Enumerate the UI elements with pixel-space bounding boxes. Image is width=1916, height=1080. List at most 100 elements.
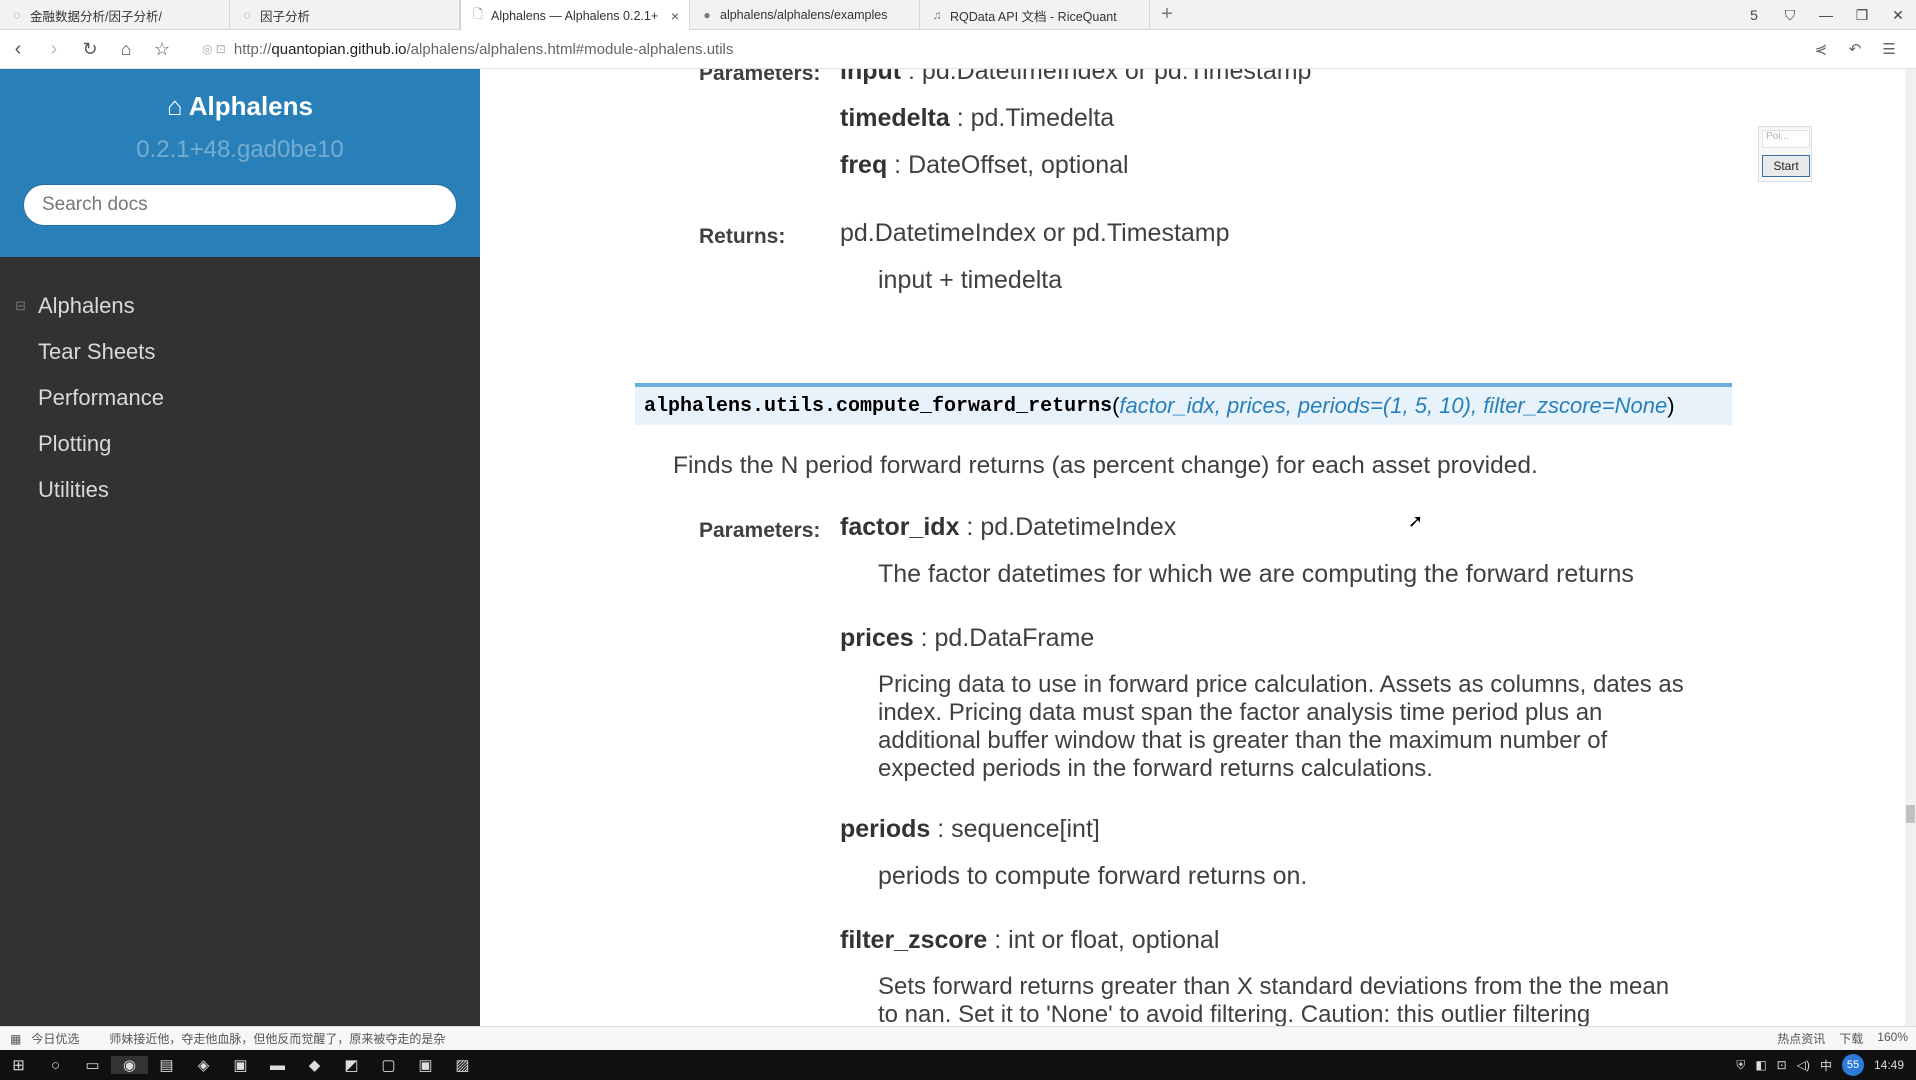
- app-icon[interactable]: ◩: [333, 1056, 370, 1074]
- docs-sidebar: ⌂ Alphalens 0.2.1+48.gad0be10 Search doc…: [0, 69, 480, 1026]
- parameters-label: Parameters:: [699, 69, 821, 85]
- downloads[interactable]: 下载: [1839, 1030, 1863, 1047]
- param-freq: freq : DateOffset, optional: [840, 151, 1129, 180]
- tab-title: Alphalens — Alphalens 0.2.1+: [491, 8, 659, 23]
- zoom-level[interactable]: 160%: [1877, 1030, 1908, 1047]
- browser-app-icon[interactable]: ◉: [111, 1056, 148, 1074]
- toolbar-right: ⋞ ↶ ☰: [1804, 40, 1906, 58]
- address-bar[interactable]: ◎ ⊡ http:// quantopian.github.io /alphal…: [202, 34, 1804, 64]
- forward-icon[interactable]: ›: [36, 38, 72, 61]
- sidebar-item-label: Performance: [38, 385, 164, 410]
- app-icon[interactable]: ◈: [185, 1056, 222, 1074]
- search-input[interactable]: Search docs: [23, 184, 457, 226]
- restore-button[interactable]: ❐: [1844, 7, 1880, 24]
- function-args: factor_idx, prices, periods=(1, 5, 10), …: [1119, 393, 1668, 418]
- browser-status-bar: ▦ 今日优选 师妹接近他，夺走他血脉，但他反而觉醒了，原来被夺走的是杂 热点资讯…: [0, 1026, 1916, 1050]
- parameters-label: Parameters:: [699, 519, 821, 542]
- tab-1[interactable]: ◌ 因子分析: [230, 0, 460, 30]
- param-name: filter_zscore: [840, 926, 988, 954]
- volume-icon[interactable]: ◁): [1797, 1058, 1810, 1072]
- today-picks[interactable]: 今日优选: [31, 1030, 79, 1047]
- clock[interactable]: 14:49: [1874, 1058, 1904, 1072]
- brand-link[interactable]: ⌂ Alphalens: [167, 91, 313, 122]
- sidebar-item-label: Utilities: [38, 477, 109, 502]
- scrollbar-thumb[interactable]: [1906, 805, 1915, 823]
- site-info-icon[interactable]: ◎ ⊡: [202, 42, 226, 56]
- page-scrollbar[interactable]: [1905, 69, 1916, 1026]
- url-host: quantopian.github.io: [271, 40, 407, 58]
- skin-icon[interactable]: ⛉: [1772, 7, 1808, 24]
- app-icon[interactable]: ▢: [370, 1056, 407, 1074]
- app-icon[interactable]: ▨: [444, 1056, 481, 1074]
- minimize-button[interactable]: —: [1808, 7, 1844, 23]
- reload-icon[interactable]: ↻: [72, 39, 108, 60]
- param-name: prices: [840, 624, 914, 652]
- tray-icon[interactable]: ◧: [1755, 1058, 1766, 1072]
- sidebar-item-performance[interactable]: Performance: [0, 375, 480, 421]
- github-icon: ●: [703, 8, 711, 22]
- param-desc: periods to compute forward returns on.: [878, 862, 1308, 890]
- bookmark-star-icon[interactable]: ☆: [144, 39, 180, 60]
- menu-icon[interactable]: ☰: [1872, 40, 1906, 58]
- desc-line: Pricing data to use in forward price cal…: [878, 671, 1684, 698]
- network-icon[interactable]: ⊡: [1777, 1058, 1787, 1072]
- param-type: : pd.DatetimeIndex: [959, 513, 1177, 541]
- close-window-button[interactable]: ✕: [1880, 7, 1916, 24]
- home-icon[interactable]: ⌂: [108, 39, 144, 60]
- page-icon: 🗋: [473, 7, 483, 21]
- desc-line: to nan. Set it to 'None' to avoid filter…: [878, 1001, 1591, 1026]
- tab-title: 金融数据分析/因子分析/: [30, 9, 162, 24]
- tab-0[interactable]: ◌ 金融数据分析/因子分析/: [0, 0, 230, 30]
- news-ticker[interactable]: 师妹接近他，夺走他血脉，但他反而觉醒了，原来被夺走的是杂: [109, 1030, 445, 1047]
- os-taskbar: ⊞ ○ ▭ ◉ ▤ ◈ ▣ ▬ ◆ ◩ ▢ ▣ ▨ ⛨ ◧ ⊡ ◁) 中 55 …: [0, 1050, 1916, 1080]
- task-view-icon[interactable]: ▭: [74, 1056, 111, 1074]
- back-icon[interactable]: ‹: [0, 38, 36, 61]
- desc-line: additional buffer window that is greater…: [878, 727, 1608, 754]
- calendar-icon[interactable]: ▦: [10, 1032, 21, 1046]
- floating-widget: Poi... Start: [1758, 126, 1812, 182]
- open-paren: (: [1112, 393, 1120, 418]
- app-icon[interactable]: ▬: [259, 1057, 296, 1074]
- explorer-app-icon[interactable]: ▤: [148, 1056, 185, 1074]
- function-signature: alphalens.utils.compute_forward_returns(…: [635, 383, 1732, 425]
- share-icon[interactable]: ⋞: [1804, 40, 1838, 58]
- tab-title: alphalens/alphalens/examples: [720, 8, 888, 22]
- tab-3[interactable]: ● alphalens/alphalens/examples: [690, 0, 920, 30]
- close-icon[interactable]: ×: [671, 8, 679, 24]
- system-tray: ⛨ ◧ ⊡ ◁) 中 55 14:49: [1736, 1054, 1916, 1076]
- function-summary: Finds the N period forward returns (as p…: [673, 452, 1538, 479]
- param-prices: prices : pd.DataFrame: [840, 624, 1094, 653]
- hot-news[interactable]: 热点资讯: [1777, 1030, 1825, 1047]
- widget-input[interactable]: Poi...: [1762, 130, 1810, 148]
- ime-indicator[interactable]: 中: [1820, 1057, 1832, 1074]
- param-type: : pd.DatetimeIndex or pd.Timestamp: [901, 69, 1312, 85]
- sidebar-item-plotting[interactable]: Plotting: [0, 421, 480, 467]
- sidebar-item-alphalens[interactable]: ⊟ Alphalens: [0, 283, 480, 329]
- param-periods: periods : sequence[int]: [840, 815, 1100, 844]
- start-button[interactable]: Start: [1762, 155, 1810, 177]
- doc-content: Parameters: input : pd.DatetimeIndex or …: [480, 69, 1916, 1026]
- sidebar-count-button[interactable]: 5: [1736, 7, 1772, 23]
- sidebar-item-utilities[interactable]: Utilities: [0, 467, 480, 513]
- tab-strip: ◌ 金融数据分析/因子分析/ ◌ 因子分析 🗋 Alphalens — Alph…: [0, 0, 1916, 31]
- windows-start-icon[interactable]: ⊞: [0, 1056, 37, 1074]
- search-icon[interactable]: ○: [37, 1057, 74, 1074]
- sidebar-header: ⌂ Alphalens 0.2.1+48.gad0be10 Search doc…: [0, 69, 480, 257]
- param-type: : int or float, optional: [987, 926, 1220, 954]
- param-timedelta: timedelta : pd.Timedelta: [840, 104, 1114, 133]
- new-tab-button[interactable]: +: [1150, 0, 1184, 29]
- app-icon[interactable]: ◆: [296, 1056, 333, 1074]
- undo-icon[interactable]: ↶: [1838, 40, 1872, 58]
- tray-icon[interactable]: ⛨: [1736, 1058, 1745, 1073]
- app-icon[interactable]: ▣: [407, 1056, 444, 1074]
- tab-2[interactable]: 🗋 Alphalens — Alphalens 0.2.1+ ×: [460, 0, 690, 31]
- navigation-bar: ‹ › ↻ ⌂ ☆ ◎ ⊡ http:// quantopian.github.…: [0, 30, 1916, 69]
- collapse-icon[interactable]: ⊟: [15, 298, 26, 314]
- tab-4[interactable]: ♫ RQData API 文档 - RiceQuant: [920, 0, 1150, 30]
- home-icon: ⌂: [167, 91, 183, 121]
- app-icon[interactable]: ▣: [222, 1056, 259, 1074]
- sidebar-menu: ⊟ Alphalens Tear Sheets Performance Plot…: [0, 257, 480, 513]
- sidebar-item-tear-sheets[interactable]: Tear Sheets: [0, 329, 480, 375]
- sidebar-item-label: Tear Sheets: [38, 339, 156, 364]
- notification-badge[interactable]: 55: [1841, 1054, 1864, 1076]
